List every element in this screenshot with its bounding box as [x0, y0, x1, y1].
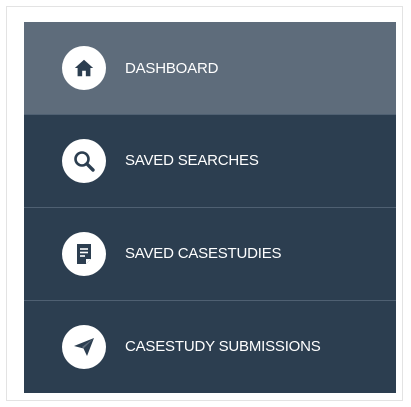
- home-icon: [62, 46, 106, 90]
- menu-item-label: SAVED SEARCHES: [125, 152, 259, 169]
- search-icon: [62, 138, 106, 183]
- menu-item-label: SAVED CASESTUDIES: [125, 245, 282, 262]
- menu-item-saved-casestudies[interactable]: SAVED CASESTUDIES: [24, 207, 396, 299]
- document-icon: [62, 231, 106, 276]
- sidebar-menu: DASHBOARD SAVED SEARCHES SAVED CASESTUDI…: [24, 22, 396, 393]
- menu-item-casestudy-submissions[interactable]: CASESTUDY SUBMISSIONS: [24, 300, 396, 392]
- menu-item-label: DASHBOARD: [125, 59, 219, 77]
- paper-plane-icon: [62, 324, 106, 369]
- menu-item-label: CASESTUDY SUBMISSIONS: [125, 338, 321, 355]
- menu-item-dashboard[interactable]: DASHBOARD: [24, 22, 396, 114]
- menu-item-saved-searches[interactable]: SAVED SEARCHES: [24, 114, 396, 206]
